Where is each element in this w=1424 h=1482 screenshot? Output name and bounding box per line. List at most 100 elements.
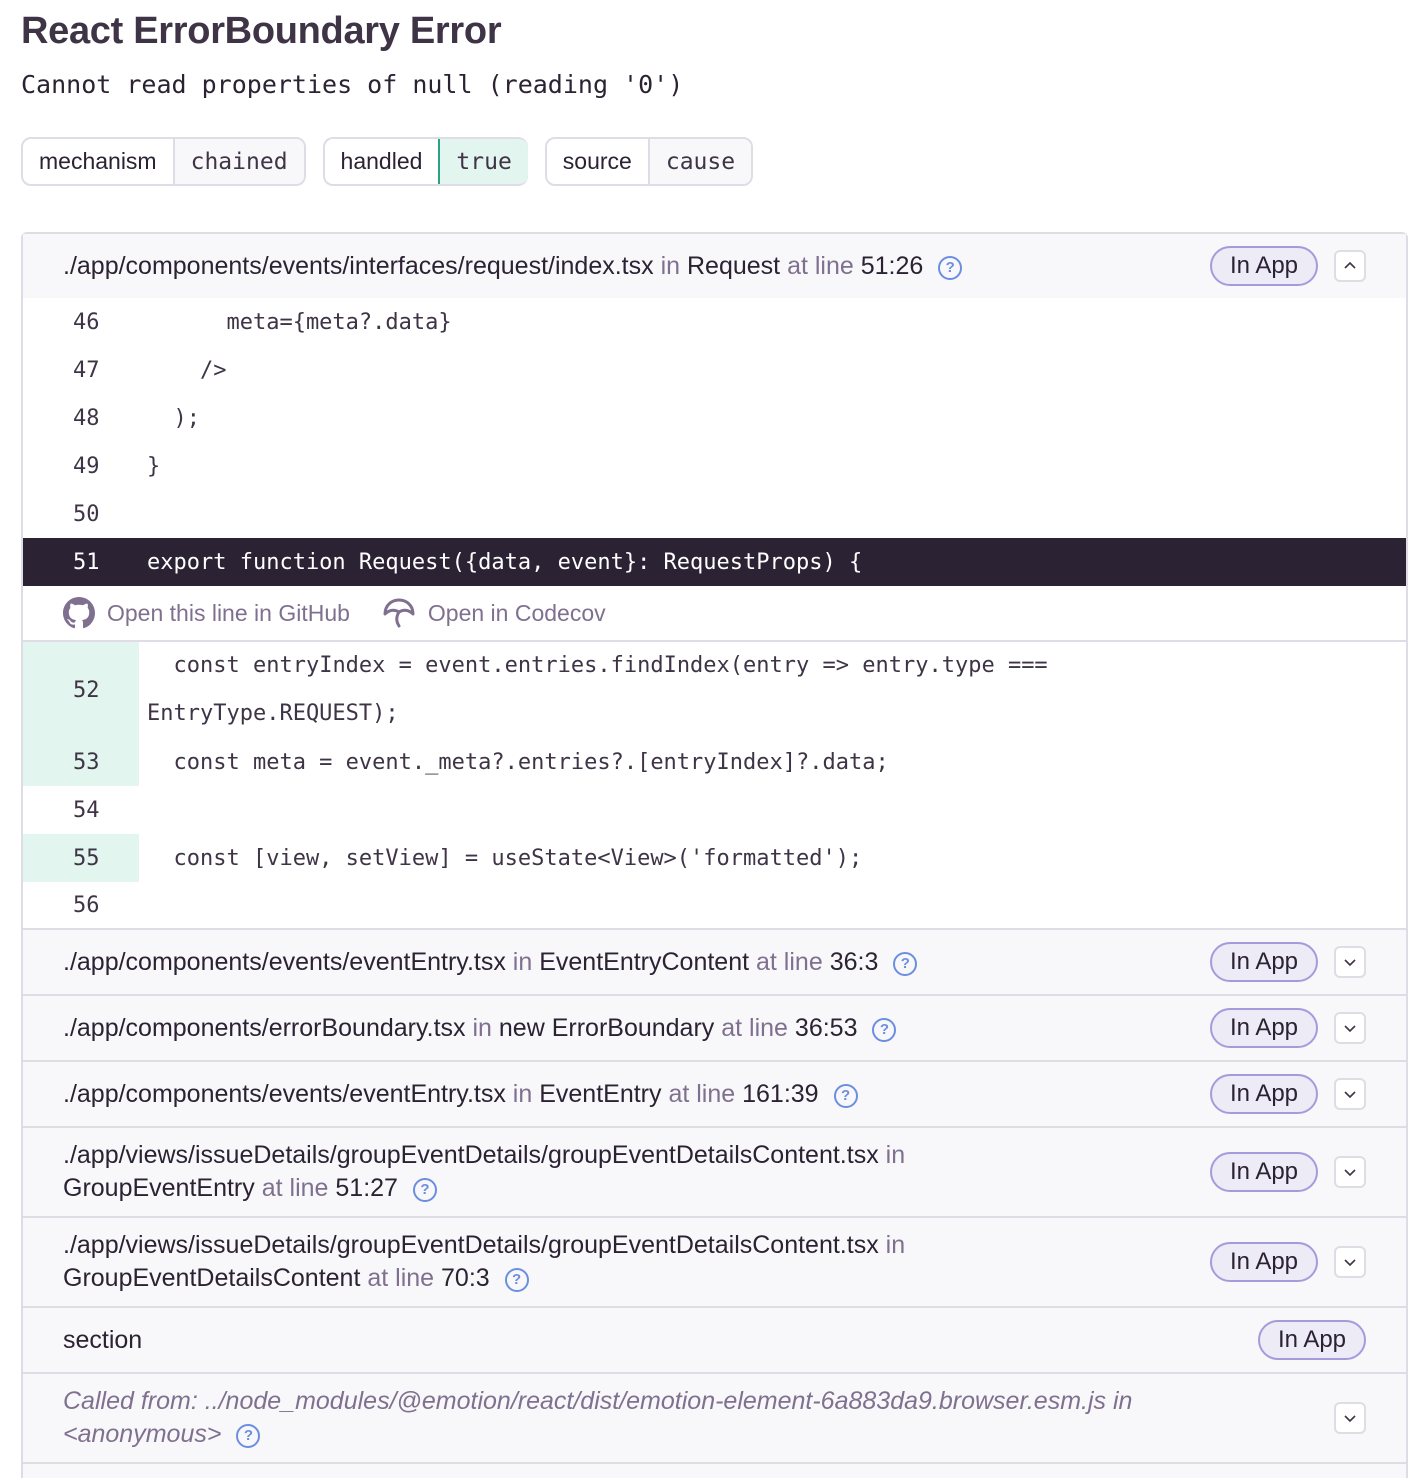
code-line: 53 const meta = event._meta?.entries?.[e…	[23, 738, 1406, 786]
frame-function: EventEntryContent	[539, 947, 750, 976]
frame-header[interactable]: ./app/components/events/interfaces/reque…	[23, 234, 1406, 298]
code-line: 52 const entryIndex = event.entries.find…	[23, 642, 1406, 738]
frame-function: EventEntry	[539, 1079, 662, 1108]
tag-mechanism[interactable]: mechanism chained	[21, 137, 306, 186]
line-source: meta={meta?.data}	[147, 309, 452, 335]
at-line-word: at line	[721, 1013, 788, 1042]
chevron-down-icon	[1344, 1091, 1356, 1099]
code-line: 54	[23, 786, 1406, 834]
line-number: 46	[73, 309, 100, 335]
in-app-badge: In App	[1210, 1074, 1318, 1114]
tag-source[interactable]: source cause	[544, 137, 754, 186]
next-frame-edge	[23, 1464, 1406, 1478]
frame-header[interactable]: ./app/views/issueDetails/groupEventDetai…	[23, 1128, 1406, 1218]
help-icon[interactable]: ?	[938, 255, 963, 280]
in-word: in	[1112, 1387, 1133, 1415]
tag-key: handled	[340, 148, 423, 174]
line-source: />	[147, 357, 227, 383]
stack-trace: ./app/components/events/interfaces/reque…	[21, 232, 1408, 1478]
frame-function: GroupEventDetailsContent	[63, 1264, 361, 1292]
frame-function: new ErrorBoundary	[498, 1013, 715, 1042]
code-line: 56	[23, 882, 1406, 930]
code-line: 48 );	[23, 394, 1406, 442]
chevron-down-icon	[1344, 959, 1356, 967]
frame-label: section	[63, 1324, 1258, 1357]
tag-handled[interactable]: handled true	[322, 137, 528, 186]
at-line-word: at line	[261, 1174, 329, 1202]
at-line-word: at line	[756, 947, 823, 976]
frame-function: <anonymous>	[63, 1420, 222, 1448]
frame-filename: ./app/views/issueDetails/groupEventDetai…	[63, 1231, 879, 1259]
in-word: in	[885, 1231, 906, 1259]
line-number: 49	[73, 453, 100, 479]
frame-lineno: 36:3	[829, 947, 879, 976]
frame-function: Request	[687, 251, 781, 280]
code-line: 50	[23, 490, 1406, 538]
frame-function: GroupEventEntry	[63, 1174, 255, 1202]
frame-lineno: 51:26	[860, 251, 924, 280]
in-app-badge: In App	[1210, 246, 1318, 286]
line-source: const [view, setView] = useState<View>('…	[147, 845, 863, 871]
expand-button[interactable]	[1334, 1402, 1366, 1434]
frame-function: section	[63, 1325, 143, 1354]
open-in-codecov-link[interactable]: Open in Codecov	[382, 597, 606, 629]
in-word: in	[512, 1079, 533, 1108]
frame-header[interactable]: ./app/components/errorBoundary.tsx in ne…	[23, 996, 1406, 1062]
help-icon[interactable]: ?	[412, 1178, 437, 1202]
called-from-prefix: Called from:	[63, 1387, 198, 1415]
in-word: in	[660, 251, 681, 280]
github-icon	[63, 597, 95, 629]
line-source: export function Request({data, event}: R…	[147, 549, 863, 575]
source-links: Open this line in GitHub Open in Codecov	[23, 586, 1406, 642]
expand-button[interactable]	[1334, 1078, 1366, 1110]
tag-value: cause	[647, 139, 752, 184]
frame-label: ./app/views/issueDetails/groupEventDetai…	[63, 1139, 1043, 1205]
frame-lineno: 161:39	[742, 1079, 819, 1108]
frame-filename: ./app/components/events/eventEntry.tsx	[63, 1079, 506, 1108]
in-word: in	[472, 1013, 492, 1042]
frame-label: ./app/components/errorBoundary.tsx in ne…	[63, 1012, 1210, 1045]
frame-filename: ../node_modules/@emotion/react/dist/emot…	[204, 1387, 1107, 1415]
expand-button[interactable]	[1334, 1012, 1366, 1044]
frame-header-section[interactable]: section In App	[23, 1308, 1406, 1374]
tag-key: mechanism	[39, 148, 157, 174]
expand-button[interactable]	[1334, 1246, 1366, 1278]
line-number: 51	[73, 549, 100, 575]
help-icon[interactable]: ?	[504, 1268, 529, 1292]
line-number: 50	[73, 501, 100, 527]
open-in-github-link[interactable]: Open this line in GitHub	[63, 597, 350, 629]
error-message: Cannot read properties of null (reading …	[21, 70, 684, 99]
frame-header[interactable]: ./app/components/events/eventEntry.tsx i…	[23, 1062, 1406, 1128]
frame-label: ./app/views/issueDetails/groupEventDetai…	[63, 1229, 1043, 1295]
frame-header[interactable]: ./app/components/events/eventEntry.tsx i…	[23, 930, 1406, 996]
tag-key: source	[562, 148, 632, 174]
help-icon[interactable]: ?	[833, 1083, 858, 1108]
chevron-up-icon	[1344, 261, 1356, 269]
frame-filename: ./app/components/errorBoundary.tsx	[63, 1013, 466, 1042]
help-icon[interactable]: ?	[872, 1017, 897, 1042]
frame-header[interactable]: ./app/views/issueDetails/groupEventDetai…	[23, 1218, 1406, 1308]
frame-lineno: 70:3	[441, 1264, 490, 1292]
code-line: 47 />	[23, 346, 1406, 394]
code-line: 49}	[23, 442, 1406, 490]
code-line: 46 meta={meta?.data}	[23, 298, 1406, 346]
code-context: 46 meta={meta?.data} 47 /> 48 ); 49} 50 …	[23, 298, 1406, 930]
github-link-label: Open this line in GitHub	[107, 599, 350, 626]
codecov-icon	[383, 598, 415, 628]
error-title: React ErrorBoundary Error	[21, 10, 502, 52]
expand-button[interactable]	[1334, 1156, 1366, 1188]
expand-button[interactable]	[1334, 946, 1366, 978]
line-number: 53	[23, 738, 139, 786]
help-icon[interactable]: ?	[236, 1424, 261, 1448]
in-app-badge: In App	[1210, 1152, 1318, 1192]
frame-lineno: 51:27	[335, 1174, 398, 1202]
line-source: }	[147, 453, 161, 479]
collapse-button[interactable]	[1334, 250, 1366, 282]
frame-lineno: 36:53	[794, 1013, 858, 1042]
frame-label: Called from: ../node_modules/@emotion/re…	[63, 1385, 1293, 1451]
help-icon[interactable]: ?	[893, 951, 918, 976]
in-word: in	[885, 1141, 906, 1169]
code-line-active: 51 export function Request({data, event}:…	[23, 538, 1406, 586]
frame-header-called-from[interactable]: Called from: ../node_modules/@emotion/re…	[23, 1374, 1406, 1464]
code-line: 55 const [view, setView] = useState<View…	[23, 834, 1406, 882]
